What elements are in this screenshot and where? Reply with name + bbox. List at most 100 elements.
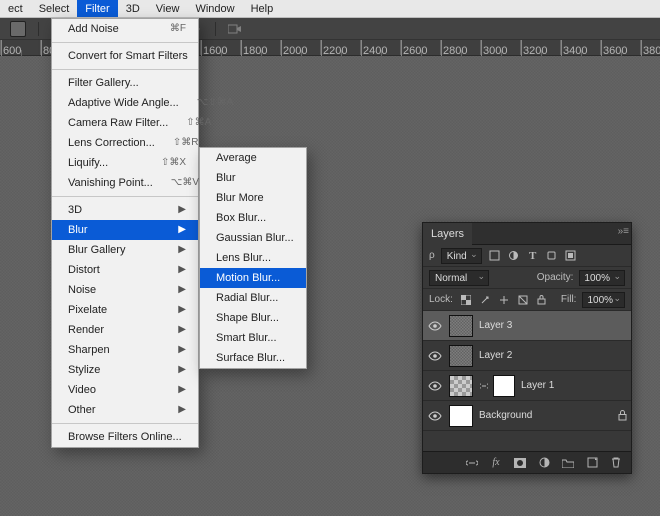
menu-item-radial-blur[interactable]: Radial Blur... <box>200 288 306 308</box>
mask-icon[interactable] <box>513 456 527 470</box>
layer-name[interactable]: Background <box>479 410 532 421</box>
menu-item-filter-gallery[interactable]: Filter Gallery... <box>52 73 198 93</box>
menu-window[interactable]: Window <box>187 0 242 17</box>
link-layers-icon[interactable] <box>465 456 479 470</box>
menu-item-video[interactable]: Video▶ <box>52 380 198 400</box>
lock-transparency-icon[interactable] <box>459 293 473 307</box>
menu-3d[interactable]: 3D <box>118 0 148 17</box>
menu-filter[interactable]: Filter <box>77 0 117 17</box>
new-layer-icon[interactable] <box>585 456 599 470</box>
visibility-icon[interactable] <box>427 348 443 364</box>
layer-row[interactable]: Layer 2 <box>423 341 631 371</box>
adjustment-filter-icon[interactable] <box>507 249 521 263</box>
menu-item-blur[interactable]: Blur▶ <box>52 220 198 240</box>
tab-layers[interactable]: Layers <box>423 223 472 245</box>
layer-thumbnail[interactable] <box>449 375 473 397</box>
opacity-value[interactable]: 100% <box>579 270 625 286</box>
menu-item-render[interactable]: Render▶ <box>52 320 198 340</box>
ruler-tick: 3400 <box>560 40 600 55</box>
menu-item-smart-blur[interactable]: Smart Blur... <box>200 328 306 348</box>
link-mask-icon[interactable] <box>479 378 489 394</box>
camera-icon[interactable] <box>228 22 242 36</box>
menu-help[interactable]: Help <box>243 0 282 17</box>
menu-item-other[interactable]: Other▶ <box>52 400 198 420</box>
menu-item-pixelate[interactable]: Pixelate▶ <box>52 300 198 320</box>
menu-item-shape-blur[interactable]: Shape Blur... <box>200 308 306 328</box>
menu-item-sharpen[interactable]: Sharpen▶ <box>52 340 198 360</box>
lock-pixels-icon[interactable] <box>478 293 492 307</box>
layer-name[interactable]: Layer 3 <box>479 320 512 331</box>
panel-tabs: Layers »≡ <box>423 223 631 245</box>
adjustment-layer-icon[interactable] <box>537 456 551 470</box>
menu-item-surface-blur[interactable]: Surface Blur... <box>200 348 306 368</box>
kind-label: ρ <box>429 250 435 261</box>
trash-icon[interactable] <box>609 456 623 470</box>
menu-ect[interactable]: ect <box>0 0 31 17</box>
menu-view[interactable]: View <box>148 0 188 17</box>
menu-separator <box>52 196 198 197</box>
group-icon[interactable] <box>561 456 575 470</box>
layer-row[interactable]: Layer 3 <box>423 311 631 341</box>
smart-filter-icon[interactable] <box>564 249 578 263</box>
menu-item-distort[interactable]: Distort▶ <box>52 260 198 280</box>
menu-select[interactable]: Select <box>31 0 78 17</box>
blend-mode-select[interactable]: Normal <box>429 270 489 286</box>
menu-item-stylize[interactable]: Stylize▶ <box>52 360 198 380</box>
menu-item-add-noise[interactable]: Add Noise⌘F <box>52 19 198 39</box>
lock-position-icon[interactable] <box>497 293 511 307</box>
menu-item-noise[interactable]: Noise▶ <box>52 280 198 300</box>
lock-icon <box>618 410 627 421</box>
fx-icon[interactable]: fx <box>489 456 503 470</box>
layer-row[interactable]: Layer 1 <box>423 371 631 401</box>
menu-item-liquify[interactable]: Liquify...⇧⌘X <box>52 153 198 173</box>
layer-thumbnail[interactable] <box>449 405 473 427</box>
separator <box>215 22 216 36</box>
blend-opacity-row: Normal Opacity: 100% <box>423 267 631 289</box>
filter-type-row: ρ Kind T <box>423 245 631 267</box>
shape-filter-icon[interactable] <box>545 249 559 263</box>
visibility-icon[interactable] <box>427 318 443 334</box>
menu-item-lens-correction[interactable]: Lens Correction...⇧⌘R <box>52 133 198 153</box>
lock-all-icon[interactable] <box>535 293 549 307</box>
panel-footer: fx <box>423 451 631 473</box>
filter-menu: Add Noise⌘F Convert for Smart Filters Filt… <box>51 18 199 448</box>
menu-item-camera-raw-filter[interactable]: Camera Raw Filter...⇧⌘A <box>52 113 198 133</box>
menu-item-blur-more[interactable]: Blur More <box>200 188 306 208</box>
layer-thumbnail[interactable] <box>449 345 473 367</box>
blur-submenu: AverageBlurBlur MoreBox Blur...Gaussian … <box>199 147 307 369</box>
layer-mask-thumbnail[interactable] <box>493 375 515 397</box>
menu-item-vanishing-point[interactable]: Vanishing Point...⌥⌘V <box>52 173 198 193</box>
menu-item-adaptive-wide-angle[interactable]: Adaptive Wide Angle...⌥⇧⌘A <box>52 93 198 113</box>
fill-label: Fill: <box>561 294 577 305</box>
ruler-tick: 2600 <box>400 40 440 55</box>
panel-menu-icon[interactable]: »≡ <box>618 226 629 237</box>
kind-select[interactable]: Kind <box>441 248 482 264</box>
visibility-icon[interactable] <box>427 408 443 424</box>
layers-panel[interactable]: Layers »≡ ρ Kind T Normal Opacity: 100% … <box>422 222 632 474</box>
foreground-swatch[interactable] <box>10 21 26 37</box>
ruler-tick: 2200 <box>320 40 360 55</box>
type-filter-icon[interactable]: T <box>526 249 540 263</box>
layer-name[interactable]: Layer 1 <box>521 380 554 391</box>
menu-item-3d[interactable]: 3D▶ <box>52 200 198 220</box>
opacity-label: Opacity: <box>537 272 574 283</box>
layer-thumbnail[interactable] <box>449 315 473 337</box>
ruler-tick: 2400 <box>360 40 400 55</box>
menu-item-blur[interactable]: Blur <box>200 168 306 188</box>
menu-item-motion-blur[interactable]: Motion Blur... <box>200 268 306 288</box>
visibility-icon[interactable] <box>427 378 443 394</box>
menu-item-average[interactable]: Average <box>200 148 306 168</box>
menu-item-convert-for-smart-filters[interactable]: Convert for Smart Filters <box>52 46 198 66</box>
layer-name[interactable]: Layer 2 <box>479 350 512 361</box>
fill-value[interactable]: 100% <box>582 292 625 308</box>
ruler-tick: 3000 <box>480 40 520 55</box>
lock-artboard-icon[interactable] <box>516 293 530 307</box>
menu-item-gaussian-blur[interactable]: Gaussian Blur... <box>200 228 306 248</box>
ruler-tick: 1800 <box>240 40 280 55</box>
menu-item-lens-blur[interactable]: Lens Blur... <box>200 248 306 268</box>
pixel-filter-icon[interactable] <box>488 249 502 263</box>
layer-row[interactable]: Background <box>423 401 631 431</box>
menu-item-blur-gallery[interactable]: Blur Gallery▶ <box>52 240 198 260</box>
menu-item-box-blur[interactable]: Box Blur... <box>200 208 306 228</box>
menu-item-browse-filters-online[interactable]: Browse Filters Online... <box>52 427 198 447</box>
